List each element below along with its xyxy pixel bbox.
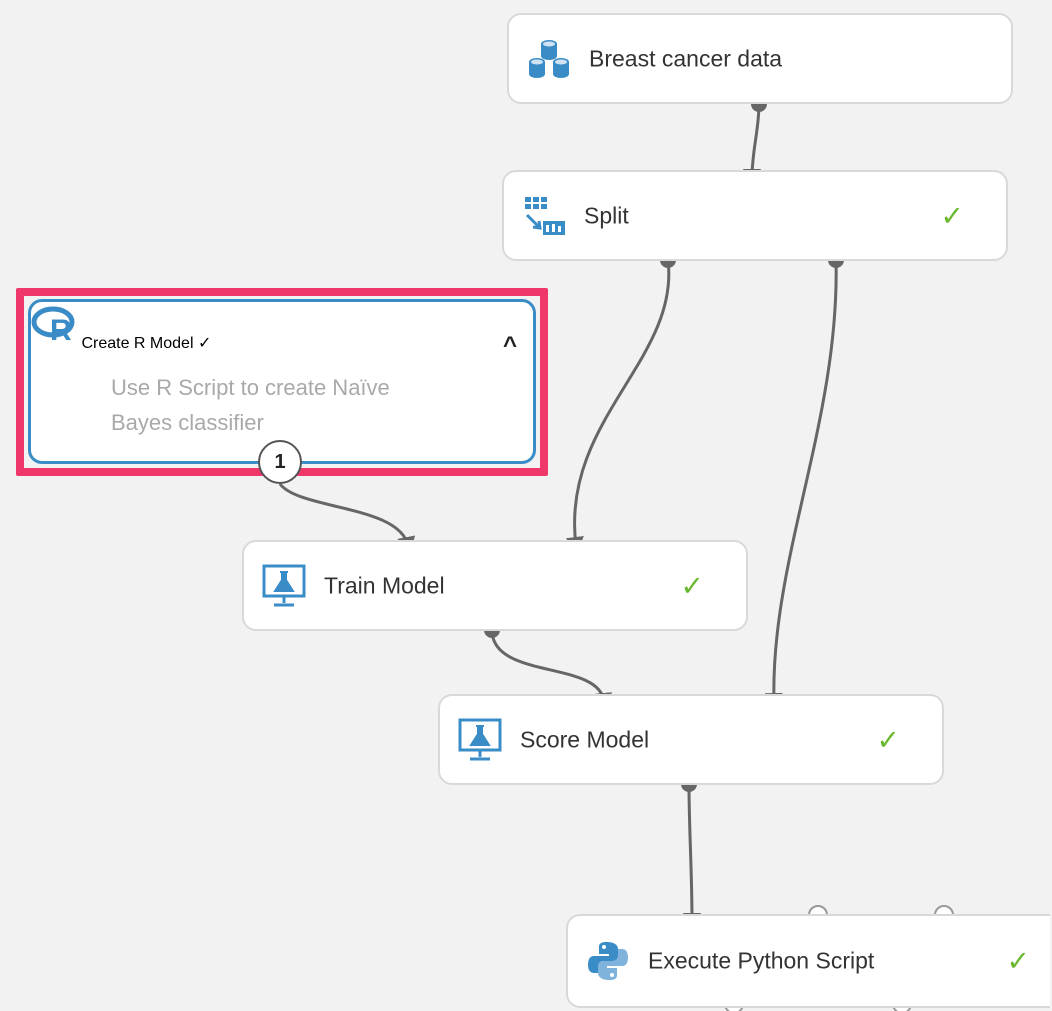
connection-train-to-score	[490, 629, 613, 711]
module-breast-cancer-data[interactable]: Breast cancer data	[507, 13, 1013, 104]
experiment-canvas[interactable]: Breast cancer data Split ✓ R Create R Mo…	[0, 0, 1052, 1011]
status-check-icon: ✓	[197, 335, 212, 352]
connection-split-to-train	[565, 259, 671, 555]
flask-monitor-icon	[260, 562, 308, 610]
module-title: Split	[584, 202, 629, 228]
connection-layer	[278, 96, 954, 1011]
module-train-model[interactable]: Train Model ✓	[242, 540, 748, 631]
connection-rmodel-to-train	[278, 482, 416, 555]
status-check-icon: ✓	[680, 570, 704, 601]
collapse-caret-icon[interactable]: ^	[503, 332, 517, 360]
output-port-badge[interactable]: 1	[258, 440, 302, 484]
dataset-icon	[525, 35, 573, 83]
module-title: Execute Python Script	[648, 947, 875, 974]
module-title: Score Model	[520, 726, 650, 752]
module-title: Create R Model	[81, 335, 194, 352]
module-execute-python-script[interactable]: Execute Python Script ✓	[566, 914, 1050, 1008]
r-logo-icon: R	[31, 306, 81, 352]
flask-monitor-icon	[456, 716, 504, 764]
module-description: Use R Script to create Naïve Bayes class…	[111, 375, 390, 435]
status-check-icon: ✓	[940, 200, 964, 231]
connection-data-to-split	[743, 103, 762, 187]
module-split[interactable]: Split ✓	[502, 170, 1008, 261]
connection-score-to-python	[682, 783, 701, 931]
status-check-icon: ✓	[876, 724, 900, 755]
svg-text:R: R	[50, 314, 72, 347]
python-logo-icon	[584, 937, 632, 985]
status-check-icon: ✓	[1006, 945, 1030, 977]
module-title: Breast cancer data	[589, 45, 783, 71]
module-title: Train Model	[324, 572, 445, 598]
connection-split-to-score	[764, 259, 838, 711]
split-data-icon	[520, 192, 568, 240]
module-score-model[interactable]: Score Model ✓	[438, 694, 944, 785]
